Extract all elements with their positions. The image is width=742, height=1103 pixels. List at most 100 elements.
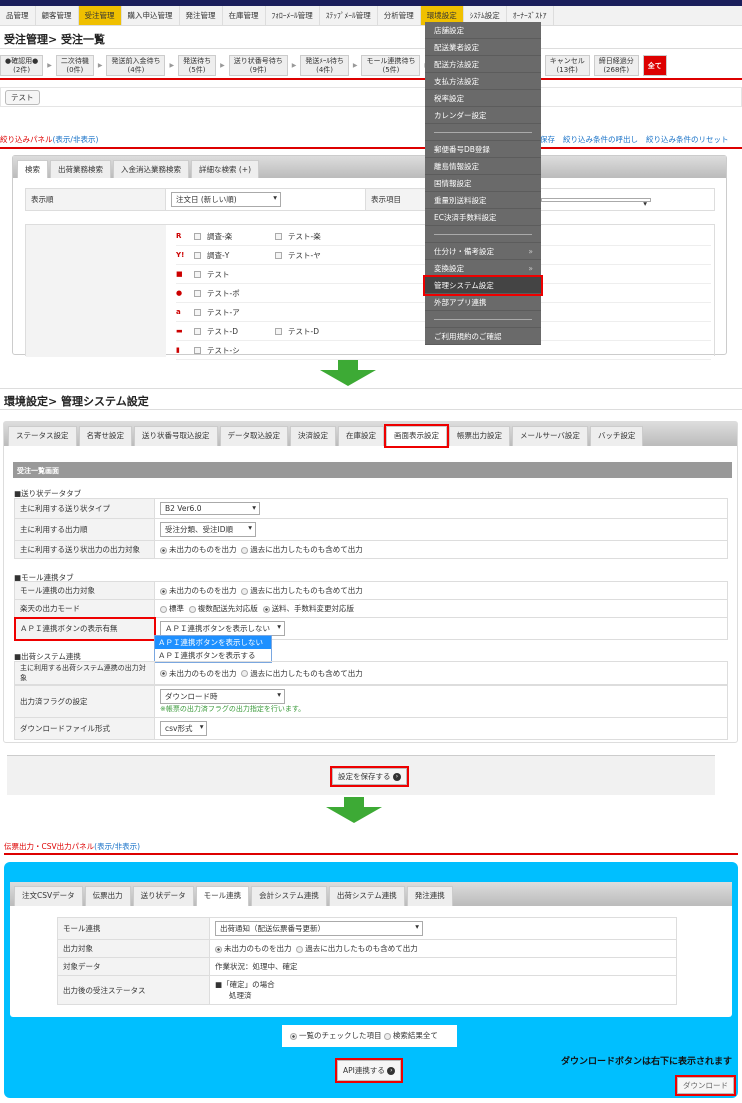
status-chip[interactable]: 発送前入金待ち (4件) [106, 55, 166, 76]
radio-unoutput[interactable] [215, 945, 222, 953]
status-chip[interactable]: 送り状番号待ち (9件) [228, 55, 288, 76]
radio-fee[interactable] [262, 605, 270, 613]
menu-item-label: EC決済手数料設定 [434, 213, 497, 222]
menu-item[interactable]: EC決済手数料設定 [425, 209, 541, 226]
shop-checkbox[interactable] [194, 270, 201, 278]
output-tab[interactable]: 出荷システム連携 [328, 886, 405, 906]
output-tab[interactable]: 送り状データ [132, 886, 194, 906]
radio-standard[interactable] [160, 605, 167, 613]
status-chip[interactable]: モール連携待ち (5件) [361, 55, 421, 76]
menu-item[interactable]: 管理システム設定 [423, 275, 543, 296]
status-chip[interactable]: キャンセル (13件) [544, 55, 590, 76]
radio-all[interactable] [241, 546, 249, 554]
menu-item[interactable]: 郵便番号DB登録 [425, 141, 541, 158]
radio-checked-items[interactable] [290, 1032, 297, 1040]
menu-item[interactable]: 税率設定 [425, 90, 541, 107]
menu-item[interactable]: ご利用規約のご確認 [425, 328, 541, 345]
file-format-select[interactable]: csv形式 [160, 721, 208, 736]
nav-item[interactable]: 発注管理 [180, 6, 223, 25]
shop-checkbox[interactable] [275, 251, 282, 259]
display-select[interactable] [541, 198, 651, 208]
nav-item[interactable]: 分析管理 [378, 6, 421, 25]
option-hide[interactable]: ＡＰＩ連携ボタンを表示しない [155, 636, 271, 649]
shop-checkbox[interactable] [194, 327, 201, 335]
api-link-button[interactable]: API連携する › [334, 1058, 404, 1083]
menu-item[interactable]: 店舗設定 [425, 22, 541, 39]
radio-unoutput[interactable] [160, 670, 167, 677]
nav-item[interactable]: ｽﾃｯﾌﾟﾒｰﾙ管理 [320, 6, 378, 25]
status-chip[interactable]: 締日経過分 (268件) [593, 55, 639, 76]
download-button[interactable]: ダウンロード [675, 1075, 736, 1096]
nav-item-orders[interactable]: 受注管理 [78, 6, 122, 25]
settings-tab[interactable]: データ取込設定 [219, 426, 288, 446]
settings-tab[interactable]: メールサーバ設定 [512, 426, 588, 446]
nav-item[interactable]: 購入申込管理 [122, 6, 180, 25]
mall-link-select[interactable]: 出荷通知（配送伝票番号更新） [215, 921, 423, 936]
settings-tab[interactable]: ステータス設定 [8, 426, 77, 446]
shop-checkbox[interactable] [275, 327, 282, 335]
api-button-visibility-label: ＡＰＩ連携ボタンの表示有無 [13, 616, 156, 641]
shop-logo-icon: ● [176, 289, 183, 297]
menu-item[interactable]: 支払方法設定 [425, 73, 541, 90]
output-flag-select[interactable]: ダウンロード時 [160, 689, 285, 704]
menu-item[interactable]: 重量別送料設定 [425, 192, 541, 209]
radio-unoutput[interactable] [160, 587, 167, 595]
radio-all-results[interactable] [383, 1032, 391, 1040]
save-settings-button[interactable]: 設定を保存する › [330, 766, 409, 787]
save-filter-link[interactable]: 保存 [540, 134, 555, 145]
tab-payment-search[interactable]: 入金消込業務検索 [113, 160, 189, 178]
output-tab[interactable]: 注文CSVデータ [14, 886, 83, 906]
nav-item[interactable]: 在庫管理 [223, 6, 266, 25]
reset-filter-link[interactable]: 絞り込み条件のリセット [646, 134, 729, 145]
status-chip[interactable]: 発送ﾒｰﾙ待ち (4件) [300, 55, 349, 76]
radio-all[interactable] [241, 670, 249, 677]
tab-shipping-search[interactable]: 出荷業務検索 [50, 160, 111, 178]
status-chip[interactable]: 二次待機 (0件) [55, 55, 94, 76]
output-tab[interactable]: モール連携 [195, 886, 250, 906]
sort-select[interactable]: 注文日 (新しい順) [171, 192, 281, 207]
nav-item[interactable]: ﾌｫﾛｰﾒｰﾙ管理 [266, 6, 320, 25]
status-chip-all[interactable]: 全て [642, 55, 667, 76]
menu-item[interactable]: 配送業者設定 [425, 39, 541, 56]
radio-all[interactable] [241, 587, 249, 595]
menu-item[interactable]: 国情報設定 [425, 175, 541, 192]
menu-item[interactable]: 仕分け・備考設定 » [425, 243, 541, 260]
settings-tab[interactable]: 名寄せ設定 [78, 426, 132, 446]
invoice-type-select[interactable]: B2 Ver6.0 [160, 502, 260, 515]
nav-item[interactable]: 顧客管理 [36, 6, 79, 25]
settings-tab[interactable]: バッチ設定 [589, 426, 644, 446]
shop-checkbox[interactable] [194, 251, 201, 259]
settings-tab[interactable]: 在庫設定 [338, 426, 384, 446]
settings-tab[interactable]: 決済設定 [290, 426, 336, 446]
radio-multi[interactable] [188, 605, 196, 613]
menu-item[interactable]: 配送方法設定 [425, 56, 541, 73]
output-tab[interactable]: 会計システム連携 [251, 886, 327, 906]
api-button-visibility-select[interactable]: ＡＰＩ連携ボタンを表示しない [160, 621, 285, 636]
settings-tab[interactable]: 画面表示設定 [384, 424, 449, 448]
radio-all[interactable] [296, 945, 304, 953]
status-chip[interactable]: 発送待ち (5件) [178, 55, 217, 76]
shop-checkbox[interactable] [194, 346, 201, 354]
shop-checkbox[interactable] [194, 308, 201, 316]
shop-checkbox[interactable] [275, 232, 282, 240]
output-tab[interactable]: 発注連携 [406, 886, 453, 906]
menu-item[interactable]: 外部アプリ連携 [425, 294, 541, 311]
menu-item[interactable]: 離島情報設定 [425, 158, 541, 175]
load-filter-link[interactable]: 絞り込み条件の呼出し [563, 134, 638, 145]
tab-search[interactable]: 検索 [17, 160, 48, 178]
settings-tab[interactable]: 送り状番号取込設定 [134, 426, 218, 446]
test-tag-button[interactable]: テスト [5, 90, 40, 105]
output-toggle-link[interactable]: (表示/非表示) [94, 842, 140, 851]
menu-item[interactable]: 変換設定 » [425, 260, 541, 277]
settings-tab[interactable]: 帳票出力設定 [449, 426, 510, 446]
filter-toggle-link[interactable]: (表示/非表示) [53, 135, 99, 144]
menu-item[interactable]: カレンダー設定 [425, 107, 541, 124]
output-order-select[interactable]: 受注分類、受注ID順 [160, 522, 256, 537]
radio-unoutput[interactable] [160, 546, 167, 554]
status-chip[interactable]: ●確認用● (2件) [0, 55, 44, 76]
output-tab[interactable]: 伝票出力 [84, 886, 131, 906]
tab-detail-search[interactable]: 詳細な検索 (+) [191, 160, 260, 178]
nav-item[interactable]: 品管理 [0, 6, 36, 25]
shop-checkbox[interactable] [194, 232, 201, 240]
shop-checkbox[interactable] [194, 289, 201, 297]
